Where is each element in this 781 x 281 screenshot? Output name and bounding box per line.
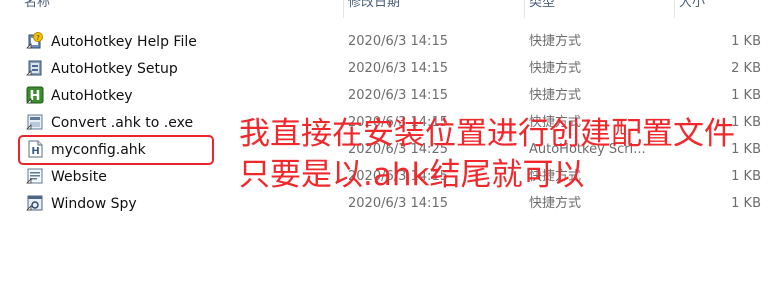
help-file-icon: ? [26, 32, 43, 49]
file-date: 2020/6/3 14:15 [348, 88, 448, 103]
annotation-line-2: 只要是以.ahk结尾就可以 [239, 157, 585, 193]
column-header-size[interactable]: 大小 [674, 0, 705, 18]
autohotkey-icon: H [26, 86, 44, 104]
file-row[interactable]: AutoHotkey Setup 2020/6/3 14:15 快捷方式 2 K… [0, 56, 781, 82]
file-name: Window Spy [51, 196, 137, 212]
file-size: 1 KB [731, 142, 761, 157]
window-spy-icon [26, 195, 43, 211]
file-name: AutoHotkey [51, 88, 133, 104]
file-name: AutoHotkey Help File [51, 34, 197, 50]
highlight-box [18, 135, 214, 165]
file-row[interactable]: ? AutoHotkey Help File 2020/6/3 14:15 快捷… [0, 29, 781, 55]
column-header-date[interactable]: 修改日期 [343, 0, 400, 18]
file-size: 1 KB [731, 196, 761, 211]
file-type: 快捷方式 [529, 196, 582, 211]
file-size: 1 KB [731, 169, 761, 184]
file-date: 2020/6/3 14:15 [348, 61, 448, 76]
file-size: 1 KB [731, 34, 761, 49]
column-header-name[interactable]: 名称 [20, 0, 50, 18]
setup-icon [26, 60, 42, 76]
annotation-line-1: 我直接在安装位置进行创建配置文件 [239, 116, 735, 152]
file-type: 快捷方式 [529, 34, 582, 49]
file-type: 快捷方式 [529, 88, 582, 103]
file-size: 1 KB [731, 88, 761, 103]
file-size: 2 KB [731, 61, 761, 76]
column-header-type[interactable]: 类型 [524, 0, 555, 18]
column-header: 名称 修改日期 类型 大小 [0, 0, 781, 18]
svg-text:?: ? [36, 34, 40, 42]
file-size: 1 KB [731, 115, 761, 130]
file-name: AutoHotkey Setup [51, 61, 178, 77]
file-row[interactable]: Window Spy 2020/6/3 14:15 快捷方式 1 KB [0, 191, 781, 217]
website-icon [26, 168, 43, 184]
file-name: Website [51, 169, 107, 185]
file-name: Convert .ahk to .exe [51, 115, 194, 131]
file-date: 2020/6/3 14:15 [348, 196, 448, 211]
file-date: 2020/6/3 14:15 [348, 34, 448, 49]
file-type: 快捷方式 [529, 61, 582, 76]
convert-icon [26, 114, 43, 130]
file-row[interactable]: H AutoHotkey 2020/6/3 14:15 快捷方式 1 KB [0, 83, 781, 109]
